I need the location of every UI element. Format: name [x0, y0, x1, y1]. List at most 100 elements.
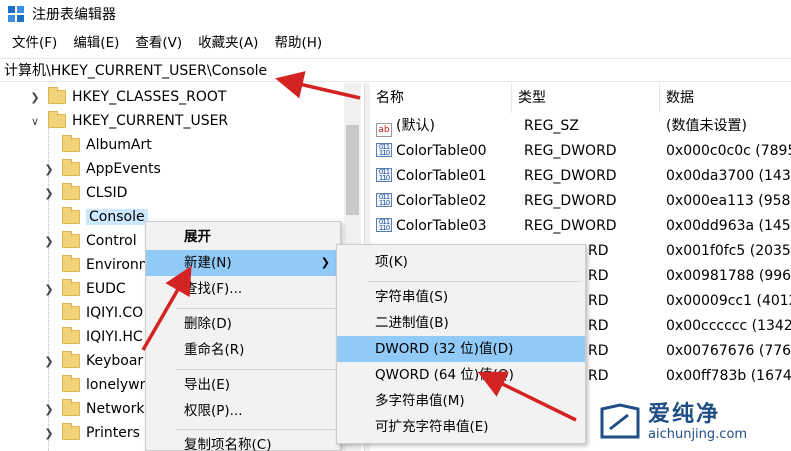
binary-value-icon: 011 110: [376, 193, 392, 207]
submenu-item-expandable-string-value[interactable]: 可扩充字符串值(E): [337, 414, 585, 440]
value-name: ColorTable02: [396, 193, 487, 209]
value-data: 0x00ff783b (1674: [666, 368, 791, 384]
folder-icon: [62, 423, 80, 440]
folder-icon: [62, 231, 80, 248]
value-type: RD: [588, 343, 609, 359]
chevron-right-icon[interactable]: ❯: [42, 402, 56, 416]
value-type: RD: [588, 268, 609, 284]
tree-item-eudc[interactable]: ❯ EUDC: [42, 277, 126, 301]
tree-item-environment[interactable]: Environm: [42, 253, 152, 277]
tree-item-network[interactable]: ❯ Network: [42, 397, 144, 421]
menu-item-copy-key-name[interactable]: 复制项名称(C): [146, 432, 340, 451]
menu-separator: [176, 429, 336, 430]
folder-icon: [62, 279, 80, 296]
tree-item-control[interactable]: ❯ Control: [42, 229, 137, 253]
menu-view[interactable]: 查看(V): [127, 31, 190, 55]
menu-favorites[interactable]: 收藏夹(A): [190, 31, 266, 55]
folder-icon: [62, 255, 80, 272]
menu-item-rename[interactable]: 重命名(R): [146, 337, 340, 363]
tree-item-console[interactable]: Console: [42, 205, 148, 229]
table-row[interactable]: ab (默认) REG_SZ (数值未设置): [370, 114, 791, 139]
table-row[interactable]: 011 110 ColorTable02 REG_DWORD 0x000ea113 …: [370, 189, 791, 214]
tree-item-label: IQIYI.CO: [86, 305, 144, 321]
chevron-right-icon[interactable]: ❯: [28, 90, 42, 104]
chevron-right-icon[interactable]: ❯: [42, 282, 56, 296]
folder-icon: [62, 351, 80, 368]
table-row[interactable]: 011 110 ColorTable03 REG_DWORD 0x00dd963a …: [370, 214, 791, 239]
menu-item-delete[interactable]: 删除(D): [146, 311, 340, 337]
value-data: 0x001f0fc5 (2035: [666, 243, 791, 259]
chevron-right-icon[interactable]: ❯: [42, 162, 56, 176]
value-type: REG_SZ: [524, 118, 579, 134]
tree-item-iqiyi-hc[interactable]: IQIYI.HC: [42, 325, 143, 349]
value-type: REG_DWORD: [524, 168, 617, 184]
tree-item-clsid[interactable]: ❯ CLSID: [42, 181, 127, 205]
folder-icon: [62, 303, 80, 320]
tree-scrollbar-thumb[interactable]: [346, 125, 359, 215]
column-header-data[interactable]: 数据: [660, 83, 791, 113]
menu-item-expand[interactable]: 展开: [146, 224, 340, 250]
value-name: ColorTable00: [396, 143, 487, 159]
tree-item-lonelywr[interactable]: lonelywr: [42, 373, 145, 397]
column-header-type[interactable]: 类型: [512, 83, 660, 113]
tree-item-albumart[interactable]: AlbumArt: [42, 133, 152, 157]
chevron-right-icon[interactable]: ❯: [42, 354, 56, 368]
menu-separator: [176, 308, 336, 309]
tree-item-label: Control: [86, 233, 137, 249]
submenu-item-string-value[interactable]: 字符串值(S): [337, 284, 585, 310]
chevron-right-icon[interactable]: ❯: [42, 186, 56, 200]
watermark-brand: 爱纯净: [648, 402, 721, 427]
submenu-item-multi-string-value[interactable]: 多字符串值(M): [337, 388, 585, 414]
menu-help[interactable]: 帮助(H): [266, 31, 330, 55]
submenu-item-key[interactable]: 项(K): [337, 249, 585, 275]
folder-icon: [62, 135, 80, 152]
tree-item-label: Environm: [86, 257, 153, 273]
chevron-right-icon[interactable]: ❯: [42, 234, 56, 248]
address-path: 计算机\HKEY_CURRENT_USER\Console: [4, 63, 268, 79]
value-data: 0x00009cc1 (4012: [666, 293, 791, 309]
title-bar: 注册表编辑器: [0, 0, 791, 28]
tree-item-appevents[interactable]: ❯ AppEvents: [42, 157, 161, 181]
menu-item-new[interactable]: 新建(N) ❯: [146, 250, 340, 276]
window-title: 注册表编辑器: [32, 7, 116, 23]
value-type: RD: [588, 318, 609, 334]
folder-icon: [62, 375, 80, 392]
menu-item-permissions[interactable]: 权限(P)...: [146, 398, 340, 424]
menu-item-label: 新建(N): [184, 255, 232, 271]
folder-icon: [62, 183, 80, 200]
chevron-right-icon[interactable]: ❯: [42, 426, 56, 440]
tree-item-keyboard[interactable]: ❯ Keyboar: [42, 349, 143, 373]
menu-item-export[interactable]: 导出(E): [146, 372, 340, 398]
string-value-icon: ab: [376, 123, 392, 137]
tree-item-iqiyi-co[interactable]: IQIYI.CO: [42, 301, 143, 325]
menu-item-find[interactable]: 查找(F)...: [146, 276, 340, 302]
folder-icon: [48, 111, 66, 128]
watermark-url: aichunjing.com: [648, 427, 748, 442]
menu-file[interactable]: 文件(F): [4, 31, 65, 55]
column-header-name[interactable]: 名称: [370, 83, 512, 113]
value-type: RD: [588, 293, 609, 309]
menu-edit[interactable]: 编辑(E): [65, 31, 127, 55]
tree-item-label: Network: [86, 401, 145, 417]
submenu-item-binary-value[interactable]: 二进制值(B): [337, 310, 585, 336]
submenu-item-dword-value[interactable]: DWORD (32 位)值(D): [337, 336, 585, 362]
tree-item-label: CLSID: [86, 185, 128, 201]
table-row[interactable]: 011 110 ColorTable01 REG_DWORD 0x00da3700 …: [370, 164, 791, 189]
tree-item-label: Keyboar: [86, 353, 144, 369]
value-name: ColorTable03: [396, 218, 487, 234]
table-row[interactable]: 011 110 ColorTable00 REG_DWORD 0x000c0c0c …: [370, 139, 791, 164]
submenu-item-qword-value[interactable]: QWORD (64 位)值(Q): [337, 362, 585, 388]
value-data: 0x00dd963a (145: [666, 218, 791, 234]
value-name: (默认): [396, 118, 435, 134]
tree-item-label: AlbumArt: [86, 137, 152, 153]
address-bar[interactable]: 计算机\HKEY_CURRENT_USER\Console: [0, 58, 791, 82]
tree-item-label: lonelywr: [86, 377, 146, 393]
tree-item-hkcr[interactable]: ❯ HKEY_CLASSES_ROOT: [28, 85, 226, 109]
menu-separator: [176, 369, 336, 370]
menu-separator: [367, 281, 581, 282]
tree-item-printers[interactable]: ❯ Printers: [42, 421, 140, 445]
binary-value-icon: 011 110: [376, 168, 392, 182]
chevron-down-icon[interactable]: ∨: [28, 114, 42, 128]
tree-item-hkcu[interactable]: ∨ HKEY_CURRENT_USER: [28, 109, 228, 133]
context-menu: 展开 新建(N) ❯ 查找(F)... 删除(D) 重命名(R) 导出(E) 权…: [145, 221, 341, 451]
